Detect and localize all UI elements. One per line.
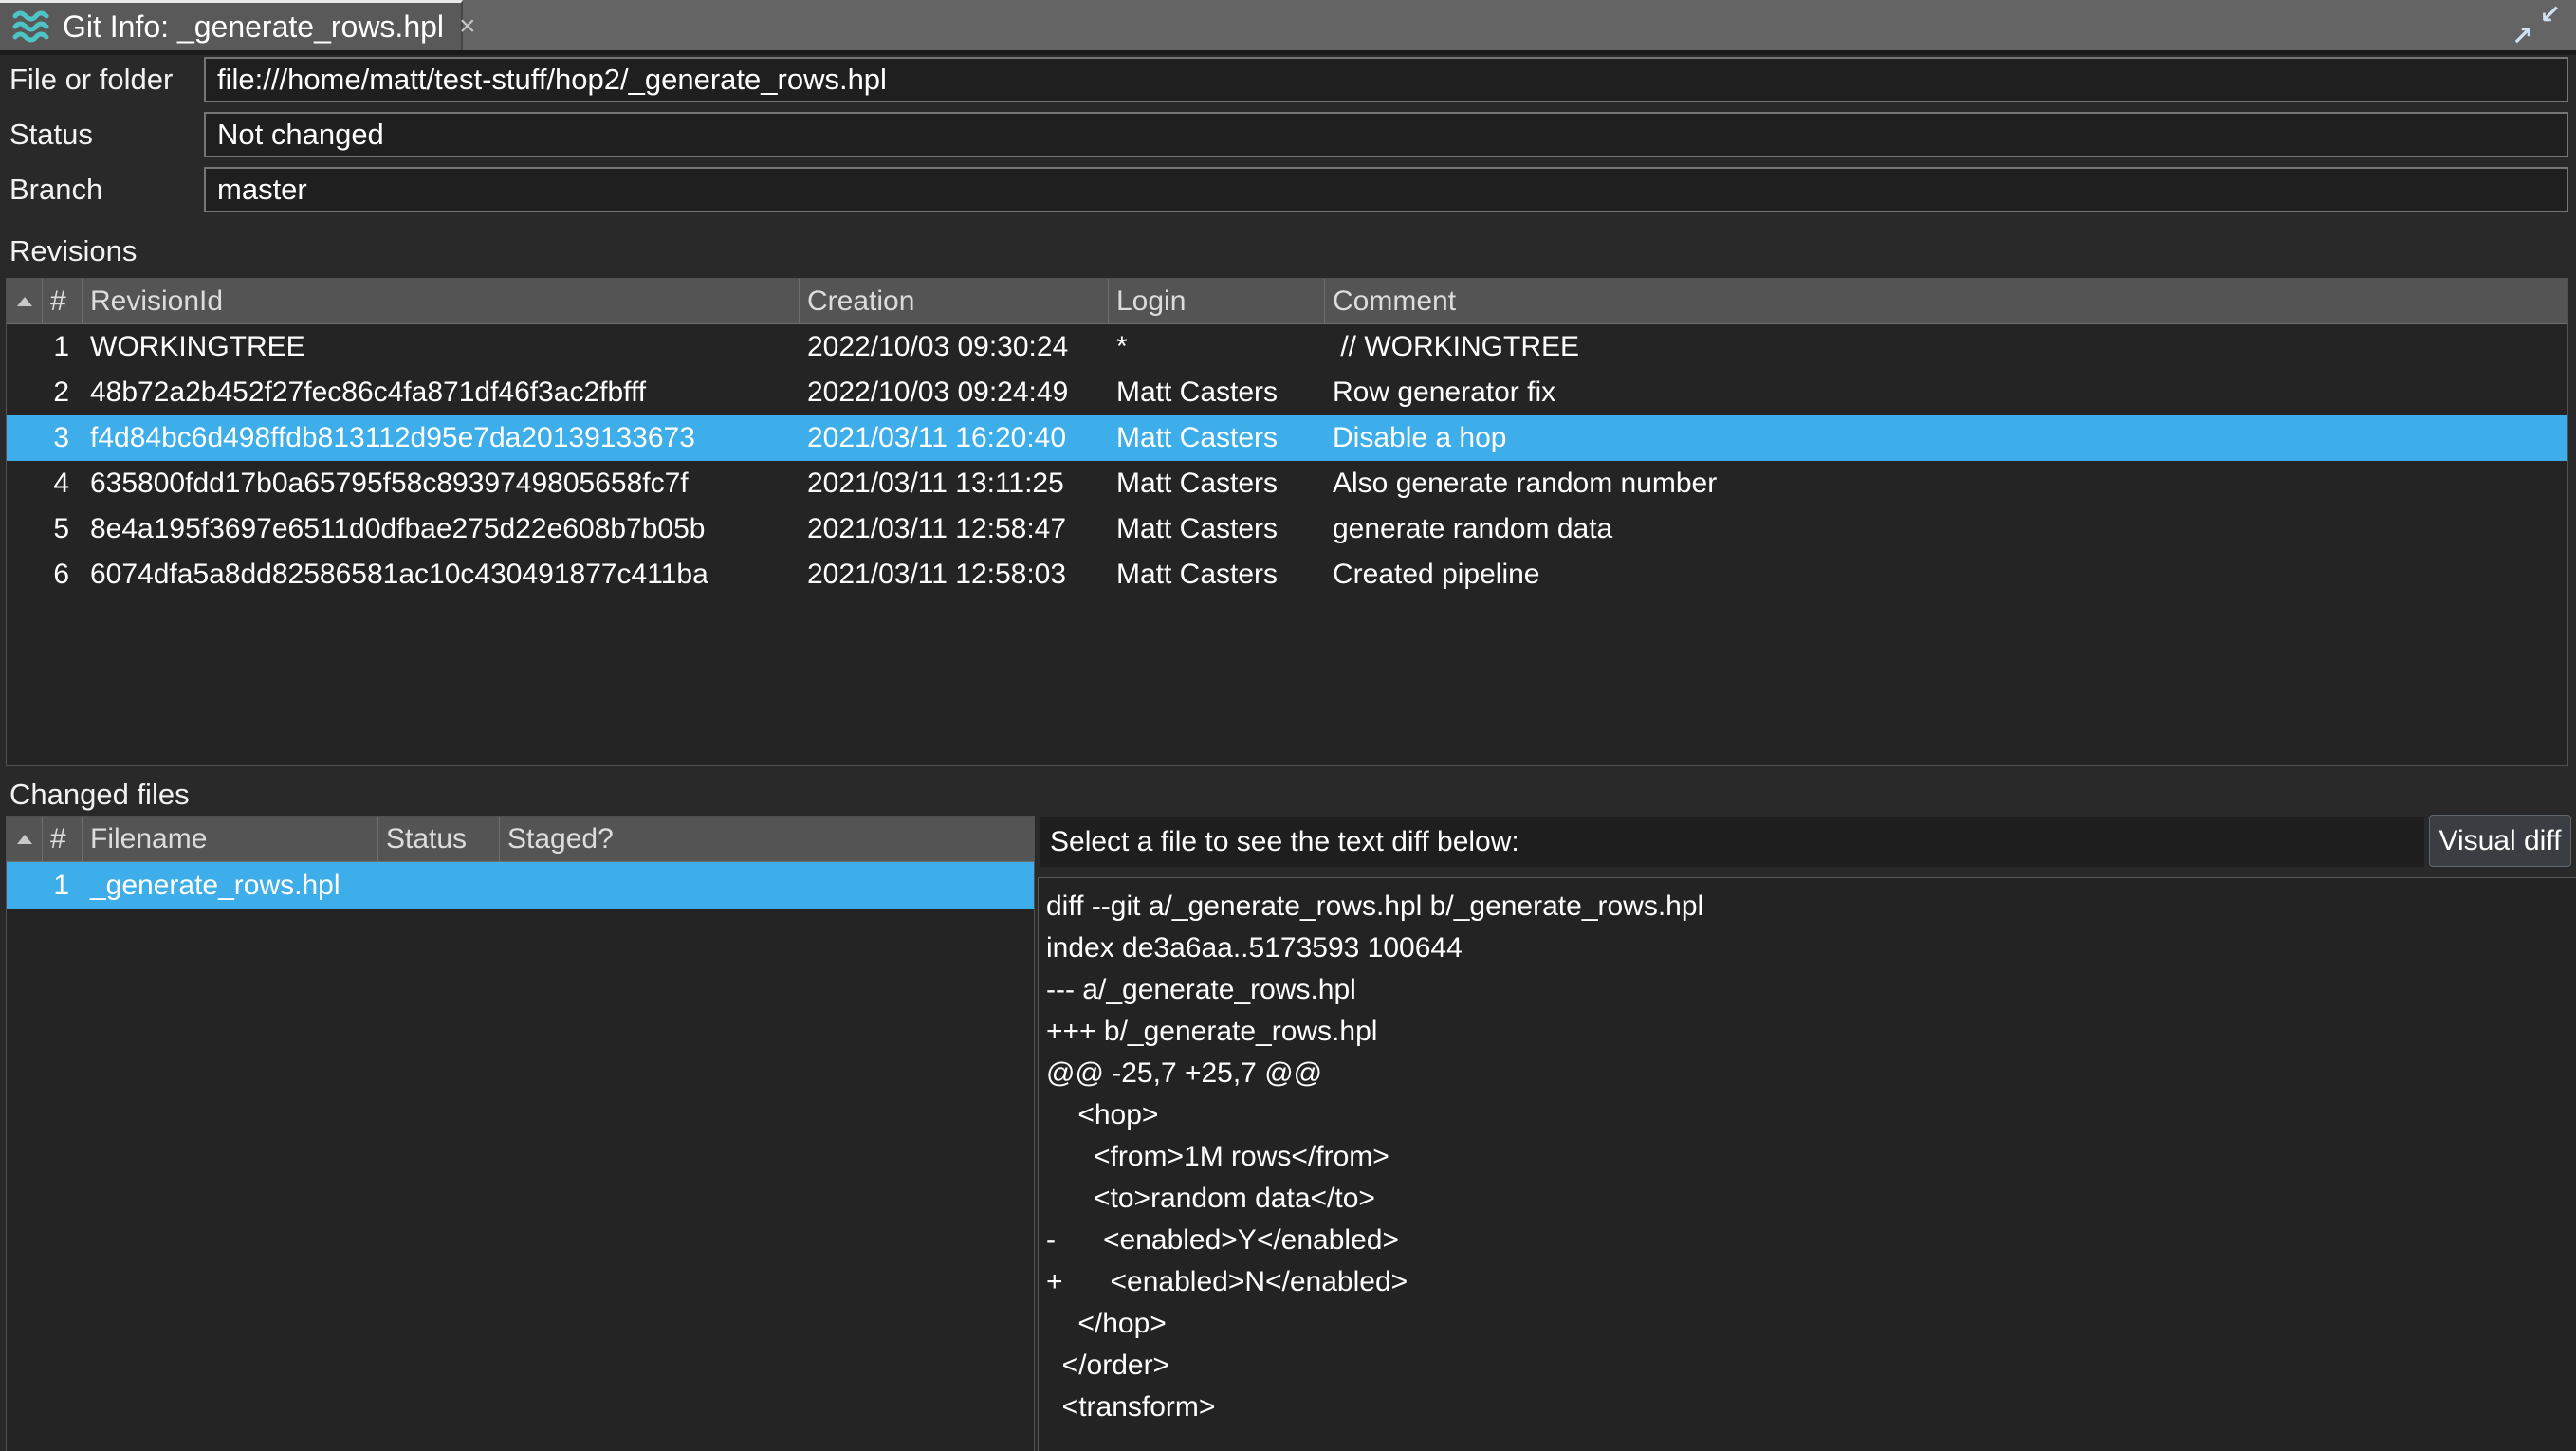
diff-line: </order>: [1046, 1345, 2576, 1387]
table-row[interactable]: 4635800fdd17b0a65795f58c8939749805658fc7…: [7, 461, 2567, 506]
cell-creation: 2021/03/11 12:58:47: [800, 513, 1109, 545]
cell-num: 1: [7, 870, 83, 902]
diff-text-area[interactable]: diff --git a/_generate_rows.hpl b/_gener…: [1038, 877, 2576, 1451]
revisions-table-body: 1WORKINGTREE2022/10/03 09:30:24* // WORK…: [7, 324, 2567, 597]
cell-id: 635800fdd17b0a65795f58c8939749805658fc7f: [83, 468, 800, 500]
cell-comment: Row generator fix: [1325, 377, 2567, 409]
table-row[interactable]: 248b72a2b452f27fec86c4fa871df46f3ac2fbff…: [7, 370, 2567, 415]
cell-num: 3: [7, 422, 83, 454]
table-row[interactable]: 58e4a195f3697e6511d0dfbae275d22e608b7b05…: [7, 506, 2567, 552]
cell-comment: // WORKINGTREE: [1325, 331, 2567, 363]
diff-line: - <enabled>Y</enabled>: [1046, 1220, 2576, 1261]
table-row[interactable]: 1_generate_rows.hpl: [7, 862, 1034, 909]
cell-comment: Disable a hop: [1325, 422, 2567, 454]
column-header-creation[interactable]: Creation: [800, 279, 1109, 323]
cell-id: 6074dfa5a8dd82586581ac10c430491877c411ba: [83, 559, 800, 591]
cell-filename: _generate_rows.hpl: [83, 870, 378, 902]
changed-files-table: # Filename Status Staged? 1_generate_row…: [6, 816, 1035, 1451]
cell-login: Matt Casters: [1109, 468, 1325, 500]
revisions-table: # RevisionId Creation Login Comment 1WOR…: [6, 278, 2568, 766]
cell-creation: 2022/10/03 09:30:24: [800, 331, 1109, 363]
cell-creation: 2022/10/03 09:24:49: [800, 377, 1109, 409]
column-header-comment[interactable]: Comment: [1325, 279, 2567, 323]
status-field[interactable]: Not changed: [204, 112, 2568, 157]
cell-login: Matt Casters: [1109, 377, 1325, 409]
cell-comment: generate random data: [1325, 513, 2567, 545]
cell-comment: Also generate random number: [1325, 468, 2567, 500]
cell-num: 6: [7, 559, 83, 591]
branch-field[interactable]: master: [204, 167, 2568, 212]
diff-line: <transform>: [1046, 1387, 2576, 1428]
visual-diff-button[interactable]: Visual diff: [2429, 815, 2571, 867]
cell-num: 2: [7, 377, 83, 409]
column-header-sort[interactable]: [7, 817, 43, 861]
cell-id: f4d84bc6d498ffdb813112d95e7da20139133673: [83, 422, 800, 454]
diff-line: diff --git a/_generate_rows.hpl b/_gener…: [1046, 886, 2576, 928]
diff-line: + <enabled>N</enabled>: [1046, 1261, 2576, 1303]
tab-bar: Git Info: _generate_rows.hpl × ↙ ↗: [0, 0, 2576, 55]
cell-login: Matt Casters: [1109, 513, 1325, 545]
revisions-table-header: # RevisionId Creation Login Comment: [7, 279, 2567, 324]
column-header-staged[interactable]: Staged?: [500, 817, 1034, 861]
branch-label: Branch: [9, 167, 102, 212]
diff-line: <from>1M rows</from>: [1046, 1136, 2576, 1178]
cell-num: 4: [7, 468, 83, 500]
column-header-sort[interactable]: [7, 279, 43, 323]
diff-line: --- a/_generate_rows.hpl: [1046, 969, 2576, 1011]
revisions-section-label: Revisions: [9, 234, 137, 268]
column-header-num[interactable]: #: [43, 817, 83, 861]
changed-files-table-body: 1_generate_rows.hpl: [7, 862, 1034, 909]
file-or-folder-field[interactable]: file:///home/matt/test-stuff/hop2/_gener…: [204, 57, 2568, 102]
restore-icon[interactable]: ↙ ↗: [2512, 2, 2561, 49]
diff-line: <hop>: [1046, 1094, 2576, 1136]
column-header-revisionid[interactable]: RevisionId: [83, 279, 800, 323]
changed-files-section-label: Changed files: [9, 778, 190, 812]
cell-creation: 2021/03/11 12:58:03: [800, 559, 1109, 591]
cell-id: WORKINGTREE: [83, 331, 800, 363]
column-header-num[interactable]: #: [43, 279, 83, 323]
cell-login: Matt Casters: [1109, 422, 1325, 454]
diff-line: </hop>: [1046, 1303, 2576, 1345]
cell-num: 1: [7, 331, 83, 363]
sort-ascending-icon: [17, 297, 32, 306]
cell-login: *: [1109, 331, 1325, 363]
diff-prompt-label: Select a file to see the text diff below…: [1040, 817, 2424, 867]
changed-files-table-header: # Filename Status Staged?: [7, 817, 1034, 862]
table-row[interactable]: 3f4d84bc6d498ffdb813112d95e7da2013913367…: [7, 415, 2567, 461]
close-icon[interactable]: ×: [459, 12, 476, 41]
waves-icon: [11, 9, 51, 45]
diff-line: index de3a6aa..5173593 100644: [1046, 928, 2576, 969]
file-or-folder-label: File or folder: [9, 57, 173, 102]
cell-id: 48b72a2b452f27fec86c4fa871df46f3ac2fbfff: [83, 377, 800, 409]
sort-ascending-icon: [17, 835, 32, 844]
cell-comment: Created pipeline: [1325, 559, 2567, 591]
tab-git-info[interactable]: Git Info: _generate_rows.hpl ×: [0, 0, 463, 50]
status-label: Status: [9, 112, 93, 157]
diff-line: @@ -25,7 +25,7 @@: [1046, 1053, 2576, 1094]
column-header-login[interactable]: Login: [1109, 279, 1325, 323]
table-row[interactable]: 1WORKINGTREE2022/10/03 09:30:24* // WORK…: [7, 324, 2567, 370]
diff-line: <to>random data</to>: [1046, 1178, 2576, 1220]
cell-login: Matt Casters: [1109, 559, 1325, 591]
cell-id: 8e4a195f3697e6511d0dfbae275d22e608b7b05b: [83, 513, 800, 545]
diff-line: +++ b/_generate_rows.hpl: [1046, 1011, 2576, 1053]
tab-title: Git Info: _generate_rows.hpl: [63, 9, 444, 45]
column-header-status[interactable]: Status: [378, 817, 500, 861]
table-row[interactable]: 66074dfa5a8dd82586581ac10c430491877c411b…: [7, 552, 2567, 597]
cell-num: 5: [7, 513, 83, 545]
cell-creation: 2021/03/11 13:11:25: [800, 468, 1109, 500]
column-header-filename[interactable]: Filename: [83, 817, 378, 861]
cell-creation: 2021/03/11 16:20:40: [800, 422, 1109, 454]
